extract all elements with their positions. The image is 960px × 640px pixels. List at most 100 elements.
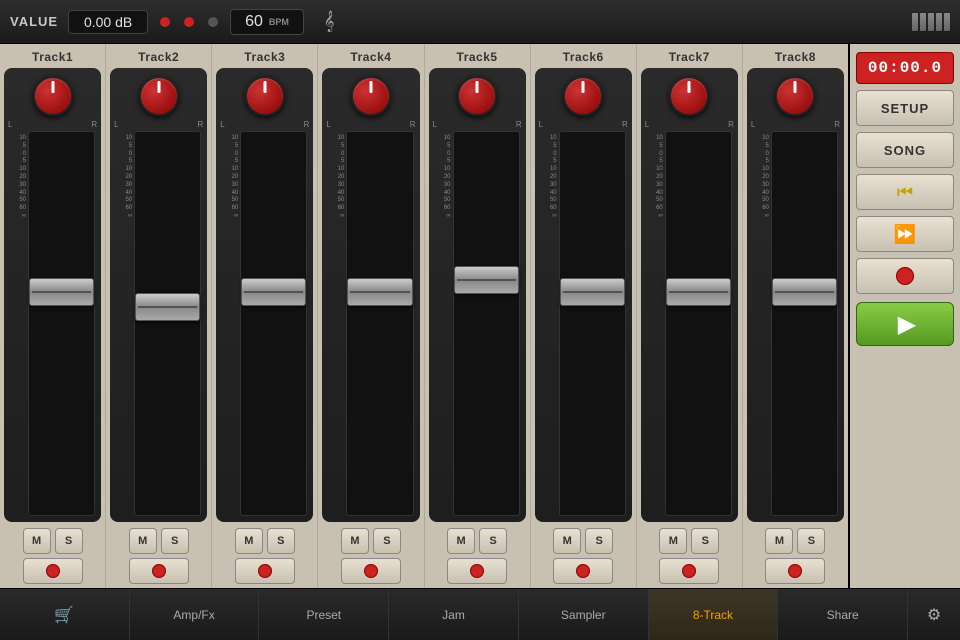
knob-indicator	[582, 81, 585, 93]
bottom-controls-5: MS	[443, 524, 511, 588]
track-record-button-3[interactable]	[235, 558, 295, 584]
nav-item-jam[interactable]: Jam	[389, 589, 519, 640]
solo-button-7[interactable]: S	[691, 528, 719, 554]
track-record-button-7[interactable]	[659, 558, 719, 584]
nav-item-ampfx[interactable]: Amp/Fx	[130, 589, 260, 640]
nav-ampfx-label: Amp/Fx	[173, 608, 214, 622]
fader-track-8[interactable]	[771, 131, 838, 516]
track-record-button-4[interactable]	[341, 558, 401, 584]
bottom-controls-4: MS	[337, 524, 405, 588]
solo-button-6[interactable]: S	[585, 528, 613, 554]
track-column-1: Track1LR10505102030405060∞MS	[0, 44, 106, 588]
ms-row: MS	[659, 528, 719, 554]
ms-row: MS	[447, 528, 507, 554]
solo-button-5[interactable]: S	[479, 528, 507, 554]
fader-handle-2[interactable]	[135, 293, 200, 321]
solo-button-8[interactable]: S	[797, 528, 825, 554]
fader-handle-1[interactable]	[29, 278, 94, 306]
fader-track-7[interactable]	[665, 131, 732, 516]
mute-button-2[interactable]: M	[129, 528, 157, 554]
track-record-button-2[interactable]	[129, 558, 189, 584]
fader-track-4[interactable]	[346, 131, 413, 516]
nav-share-label: Share	[827, 608, 859, 622]
solo-button-2[interactable]: S	[161, 528, 189, 554]
fader-track-3[interactable]	[240, 131, 307, 516]
status-dot-1	[160, 17, 170, 27]
right-panel: 00:00.0 SETUP SONG ⏮ ⏩ ▶	[850, 44, 960, 588]
nav-settings[interactable]: ⚙	[908, 589, 960, 640]
track-record-button-6[interactable]	[553, 558, 613, 584]
track-record-button-8[interactable]	[765, 558, 825, 584]
fader-handle-5[interactable]	[454, 266, 519, 294]
mute-button-8[interactable]: M	[765, 528, 793, 554]
fast-forward-icon: ⏩	[894, 224, 916, 245]
setup-button[interactable]: SETUP	[856, 90, 954, 126]
track-column-8: Track8LR10505102030405060∞MS	[743, 44, 848, 588]
mute-button-4[interactable]: M	[341, 528, 369, 554]
bottom-controls-1: MS	[19, 524, 87, 588]
nav-item-preset[interactable]: Preset	[259, 589, 389, 640]
status-dot-2	[184, 17, 194, 27]
knob-3[interactable]	[243, 74, 287, 118]
song-button[interactable]: SONG	[856, 132, 954, 168]
fader-handle-6[interactable]	[560, 278, 625, 306]
mute-button-5[interactable]: M	[447, 528, 475, 554]
nav-8track-label: 8-Track	[693, 608, 733, 622]
fader-scale: 10505102030405060∞	[645, 131, 663, 516]
nav-item-8track[interactable]: 8-Track	[649, 589, 779, 640]
track-record-button-5[interactable]	[447, 558, 507, 584]
mixer: Track1LR10505102030405060∞MSTrack2LR1050…	[0, 44, 850, 588]
solo-button-1[interactable]: S	[55, 528, 83, 554]
fader-track-6[interactable]	[559, 131, 626, 516]
fader-scale: 10505102030405060∞	[751, 131, 769, 516]
rewind-button[interactable]: ⏮	[856, 174, 954, 210]
solo-button-3[interactable]: S	[267, 528, 295, 554]
nav-item-cart[interactable]: 🛒	[0, 589, 130, 640]
record-button[interactable]	[856, 258, 954, 294]
fader-area-4: 10505102030405060∞	[322, 129, 419, 518]
fader-area-5: 10505102030405060∞	[429, 129, 526, 518]
l-label: L	[539, 120, 543, 129]
fader-track-1[interactable]	[28, 131, 95, 516]
mute-button-6[interactable]: M	[553, 528, 581, 554]
nav-item-sampler[interactable]: Sampler	[519, 589, 649, 640]
solo-button-4[interactable]: S	[373, 528, 401, 554]
l-label: L	[433, 120, 437, 129]
mute-button-3[interactable]: M	[235, 528, 263, 554]
mute-button-1[interactable]: M	[23, 528, 51, 554]
fader-handle-4[interactable]	[347, 278, 412, 306]
knob-5[interactable]	[455, 74, 499, 118]
ms-row: MS	[765, 528, 825, 554]
nav-item-share[interactable]: Share	[778, 589, 908, 640]
l-label: L	[751, 120, 755, 129]
fader-handle-7[interactable]	[666, 278, 731, 306]
fast-forward-button[interactable]: ⏩	[856, 216, 954, 252]
knob-1[interactable]	[31, 74, 75, 118]
knob-4[interactable]	[349, 74, 393, 118]
knob-8[interactable]	[773, 74, 817, 118]
bpm-display[interactable]: 60 BPM	[230, 9, 304, 35]
mute-button-7[interactable]: M	[659, 528, 687, 554]
top-bar: VALUE 0.00 dB 60 BPM 𝄞	[0, 0, 960, 44]
fader-handle-3[interactable]	[241, 278, 306, 306]
channel-strip-3: LR10505102030405060∞	[216, 68, 313, 522]
cart-icon: 🛒	[54, 605, 74, 625]
nav-sampler-label: Sampler	[561, 608, 606, 622]
tuner-icon[interactable]: 𝄞	[324, 11, 335, 32]
play-button[interactable]: ▶	[856, 302, 954, 346]
track-record-button-1[interactable]	[23, 558, 83, 584]
track-label-5: Track5	[457, 44, 498, 66]
knob-2[interactable]	[137, 74, 181, 118]
r-label: R	[622, 120, 628, 129]
fader-area-6: 10505102030405060∞	[535, 129, 632, 518]
knob-indicator	[688, 81, 691, 93]
track-label-4: Track4	[350, 44, 391, 66]
track-column-7: Track7LR10505102030405060∞MS	[637, 44, 743, 588]
fader-track-5[interactable]	[453, 131, 520, 516]
knob-6[interactable]	[561, 74, 605, 118]
track-label-1: Track1	[32, 44, 73, 66]
r-label: R	[516, 120, 522, 129]
fader-track-2[interactable]	[134, 131, 201, 516]
fader-handle-8[interactable]	[772, 278, 837, 306]
knob-7[interactable]	[667, 74, 711, 118]
